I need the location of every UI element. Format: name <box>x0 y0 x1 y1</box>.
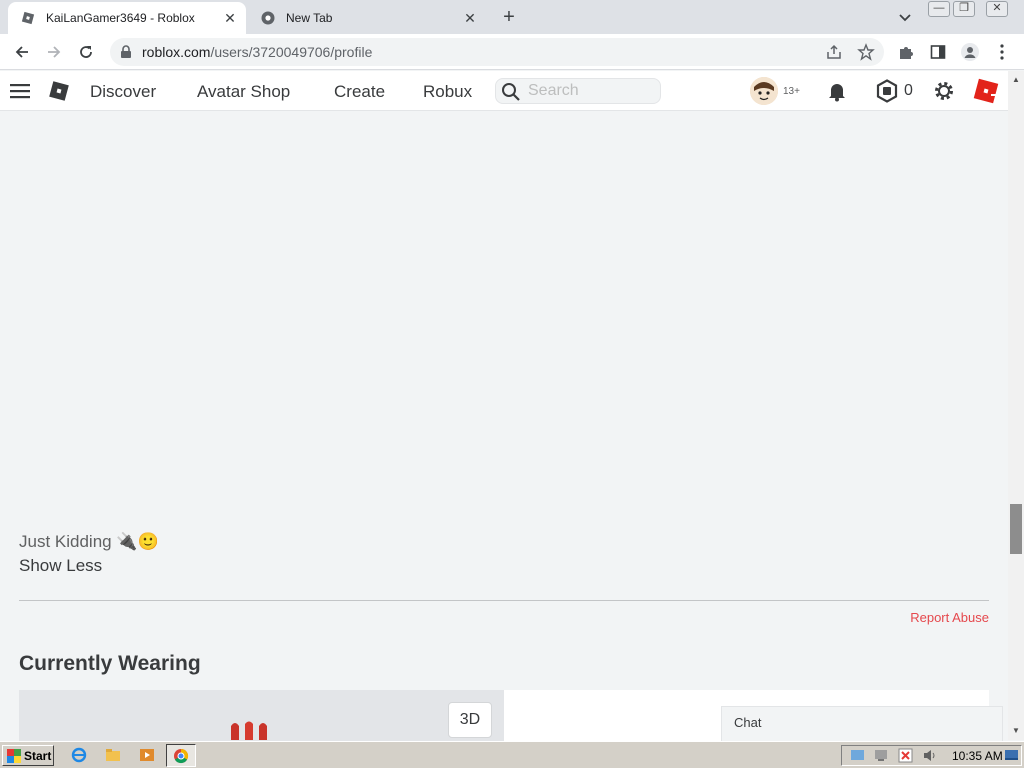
back-arrow-icon[interactable] <box>10 40 34 64</box>
minimize-button[interactable]: — <box>928 1 950 17</box>
reload-icon[interactable] <box>74 40 98 64</box>
show-desktop-icon[interactable] <box>1004 748 1019 763</box>
chat-widget[interactable]: Chat <box>721 706 1003 746</box>
tab-search-chevron-icon[interactable] <box>896 8 914 26</box>
robux-count[interactable]: 0 <box>904 82 913 100</box>
bookmark-star-icon[interactable] <box>856 42 876 62</box>
search-icon <box>502 83 520 101</box>
roblox-logo-icon[interactable] <box>48 80 70 107</box>
kebab-menu-icon[interactable] <box>992 42 1012 62</box>
settings-gear-icon[interactable] <box>932 79 956 103</box>
roblox-favicon-icon <box>20 10 36 26</box>
restore-button[interactable]: ❐ <box>953 1 975 17</box>
currently-wearing-heading: Currently Wearing <box>19 652 201 675</box>
security-tray-icon[interactable] <box>898 748 913 763</box>
toggle-3d-button[interactable]: 3D <box>448 702 492 738</box>
internet-explorer-icon[interactable] <box>70 746 88 764</box>
tab-close-icon[interactable]: ✕ <box>222 10 238 26</box>
close-window-button[interactable]: ✕ <box>986 1 1008 17</box>
tab-roblox-profile[interactable]: KaiLanGamer3649 - Roblox ✕ <box>8 2 246 34</box>
media-player-icon[interactable] <box>138 746 156 764</box>
tab-close-icon[interactable]: ✕ <box>462 10 478 26</box>
profile-content: Just Kidding 🔌🙂 Show Less Report Abuse C… <box>0 111 1008 750</box>
monitor-tray-icon[interactable] <box>874 748 889 763</box>
search-box <box>495 78 661 104</box>
windows-taskbar: Start 10:35 AM <box>0 741 1024 768</box>
system-tray: 10:35 AM <box>841 745 1022 766</box>
notifications-bell-icon[interactable] <box>825 79 849 103</box>
share-icon[interactable] <box>824 42 844 62</box>
tab-new-tab[interactable]: New Tab ✕ <box>248 2 486 34</box>
scroll-up-arrow-icon[interactable]: ▲ <box>1012 75 1020 84</box>
robux-hexagon-icon[interactable] <box>875 79 899 103</box>
about-description: Just Kidding 🔌🙂 <box>19 532 159 551</box>
browser-tab-bar: KaiLanGamer3649 - Roblox ✕ New Tab ✕ + —… <box>0 0 1024 34</box>
chrome-favicon-icon <box>260 10 276 26</box>
tab-title: New Tab <box>286 11 333 25</box>
scroll-down-arrow-icon[interactable]: ▼ <box>1012 726 1020 735</box>
roblox-header: Discover Avatar Shop Create Robux 13+ 0 <box>0 71 1008 111</box>
network-tray-icon[interactable] <box>850 748 865 763</box>
chrome-taskbar-button[interactable] <box>166 744 196 767</box>
side-panel-icon[interactable] <box>928 42 948 62</box>
start-label: Start <box>24 748 52 763</box>
new-tab-button[interactable]: + <box>498 6 520 28</box>
age-badge: 13+ <box>783 86 800 97</box>
tab-title: KaiLanGamer3649 - Roblox <box>46 11 195 25</box>
show-less-link[interactable]: Show Less <box>19 556 102 576</box>
search-input[interactable] <box>528 81 654 101</box>
url-text: roblox.com/users/3720049706/profile <box>142 44 373 60</box>
report-abuse-link[interactable]: Report Abuse <box>910 610 989 625</box>
file-explorer-icon[interactable] <box>104 746 122 764</box>
address-bar[interactable]: roblox.com/users/3720049706/profile <box>110 38 884 66</box>
avatar[interactable] <box>750 77 778 105</box>
extensions-puzzle-icon[interactable] <box>896 42 916 62</box>
hamburger-menu-icon[interactable] <box>10 82 30 105</box>
start-button[interactable]: Start <box>2 745 54 766</box>
scrollbar-thumb[interactable] <box>1010 504 1022 554</box>
chrome-icon <box>174 748 189 763</box>
nav-avatar-shop[interactable]: Avatar Shop <box>197 82 290 102</box>
divider <box>19 600 989 601</box>
browser-toolbar: roblox.com/users/3720049706/profile <box>0 34 1024 70</box>
page-scrollbar[interactable]: ▲ ▼ <box>1008 71 1024 740</box>
windows-flag-icon <box>7 748 21 763</box>
roblox-extension-icon[interactable] <box>972 77 1000 105</box>
nav-discover[interactable]: Discover <box>90 82 156 102</box>
volume-tray-icon[interactable] <box>922 748 937 763</box>
profile-icon[interactable] <box>960 42 980 62</box>
nav-create[interactable]: Create <box>334 82 385 102</box>
taskbar-clock: 10:35 AM <box>952 749 1003 763</box>
nav-robux[interactable]: Robux <box>423 82 472 102</box>
lock-icon <box>120 45 132 64</box>
forward-arrow-icon[interactable] <box>42 40 66 64</box>
chat-label: Chat <box>734 715 762 730</box>
